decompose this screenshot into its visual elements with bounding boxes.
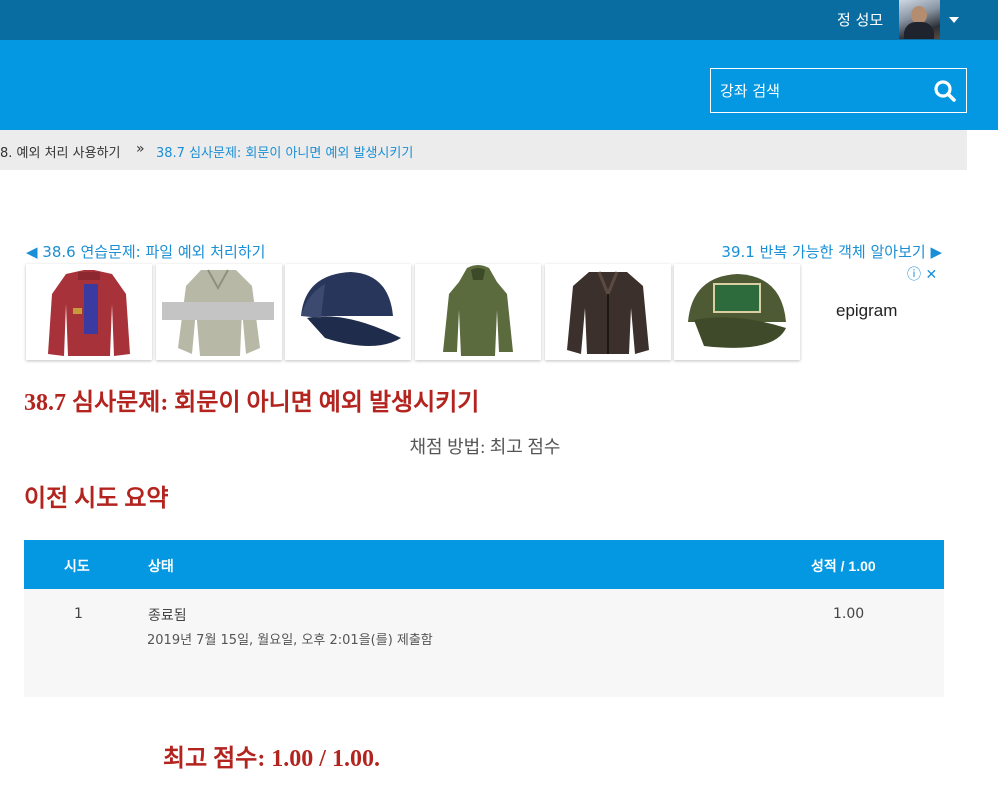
ad-product-red-fleece[interactable] <box>26 264 152 360</box>
green-trucker-cap-icon <box>688 274 786 348</box>
next-activity-link[interactable]: 39.1 반복 가능한 객체 알아보기 ▶ <box>721 241 942 262</box>
header-attempt: 시도 <box>64 558 90 574</box>
grey-field-jacket-icon <box>162 269 274 356</box>
page-title: 38.7 심사문제: 회문이 아니면 예외 발생시키기 <box>24 390 480 416</box>
user-bar: 정 성모 <box>0 0 998 40</box>
breadcrumb-parent[interactable]: 8. 예외 처리 사용하기 <box>0 142 120 161</box>
ad-product-green-cap[interactable] <box>674 264 800 360</box>
breadcrumb: 8. 예외 처리 사용하기 » 38.7 심사문제: 회문이 아니면 예외 발생… <box>0 130 967 170</box>
attempts-table: 시도 상태 성적 / 1.00 1 종료됨 2019년 7월 15일, 월요일,… <box>24 540 944 697</box>
green-parka-icon <box>443 265 513 356</box>
chevron-down-icon[interactable] <box>949 17 959 23</box>
search-icon[interactable] <box>931 77 959 105</box>
ad-info-close-icon[interactable]: ⓘ ✕ <box>907 264 937 284</box>
ad-banner: ⓘ ✕ epigram <box>26 264 946 362</box>
breadcrumb-separator: » <box>136 141 145 157</box>
navy-trucker-cap-icon <box>301 272 401 346</box>
ad-product-navy-cap[interactable] <box>285 264 411 360</box>
ad-product-green-parka[interactable] <box>415 264 541 360</box>
row-attempt: 1 <box>74 606 83 622</box>
red-fleece-jacket-icon <box>48 270 130 356</box>
brown-leather-jacket-icon <box>567 271 649 354</box>
summary-title: 이전 시도 요약 <box>24 486 169 512</box>
user-name[interactable]: 정 성모 <box>837 9 883 30</box>
search-input[interactable] <box>711 69 926 112</box>
header-state: 상태 <box>148 558 174 574</box>
avatar[interactable] <box>899 0 940 39</box>
breadcrumb-current[interactable]: 38.7 심사문제: 회문이 아니면 예외 발생시키기 <box>156 142 413 161</box>
row-grade: 1.00 <box>833 606 865 622</box>
grading-method: 채점 방법: 최고 점수 <box>409 437 561 457</box>
table-header: 시도 상태 성적 / 1.00 <box>24 540 944 589</box>
course-search <box>710 68 967 113</box>
ad-brand[interactable]: epigram <box>836 301 897 321</box>
ad-product-leather-jacket[interactable] <box>545 264 671 360</box>
row-state: 종료됨 <box>148 608 187 624</box>
table-row: 1 종료됨 2019년 7월 15일, 월요일, 오후 2:01을(를) 제출함… <box>24 589 944 697</box>
final-grade: 최고 점수: 1.00 / 1.00. <box>163 746 380 772</box>
avatar-body <box>904 22 934 39</box>
row-submitted: 2019년 7월 15일, 월요일, 오후 2:01을(를) 제출함 <box>147 633 433 648</box>
prev-activity-link[interactable]: ◀ 38.6 연습문제: 파일 예외 처리하기 <box>26 241 265 262</box>
ad-product-field-jacket[interactable] <box>156 264 282 360</box>
header-grade: 성적 / 1.00 <box>811 558 876 574</box>
